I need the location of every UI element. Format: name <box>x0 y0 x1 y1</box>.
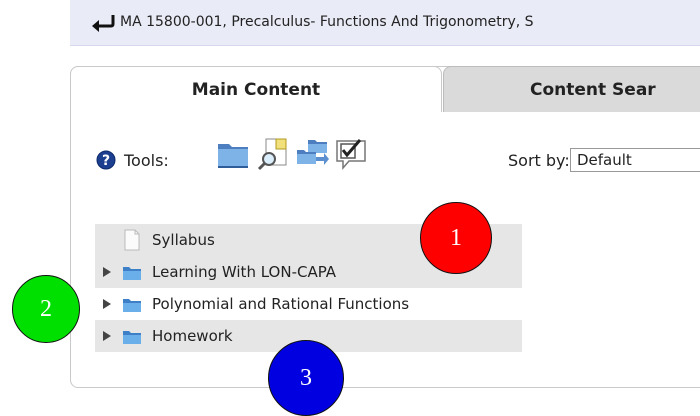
tab-content-search[interactable]: Content Sear <box>443 66 700 112</box>
document-search-icon[interactable] <box>256 136 292 172</box>
list-item-label[interactable]: Polynomial and Rational Functions <box>152 288 409 320</box>
expand-arrow-icon[interactable] <box>103 299 111 309</box>
breadcrumb-text[interactable]: MA 15800-001, Precalculus- Functions And… <box>120 14 534 30</box>
marker-3: 3 <box>268 340 344 416</box>
return-arrow-icon[interactable] <box>90 13 116 33</box>
folders-icon[interactable] <box>294 136 330 172</box>
folder-icon[interactable] <box>215 136 251 172</box>
expand-arrow-icon[interactable] <box>103 267 111 277</box>
expand-arrow-icon[interactable] <box>103 331 111 341</box>
list-item-label[interactable]: Homework <box>152 320 233 352</box>
breadcrumb-bar: MA 15800-001, Precalculus- Functions And… <box>70 0 700 46</box>
list-item-label[interactable]: Syllabus <box>152 224 215 256</box>
marker-2: 2 <box>12 275 80 343</box>
checkbox-icon[interactable] <box>333 136 369 172</box>
marker-1: 1 <box>420 202 492 274</box>
help-icon[interactable]: ? <box>96 150 116 170</box>
sort-label: Sort by: <box>508 151 570 170</box>
document-icon <box>124 229 140 251</box>
folder-icon <box>123 299 141 312</box>
tab-main-content[interactable]: Main Content <box>70 66 442 112</box>
svg-text:?: ? <box>102 153 110 169</box>
sort-select[interactable]: Default <box>570 148 700 172</box>
tools-label: Tools: <box>124 151 169 170</box>
list-item-polynomial-and-rational-functions[interactable]: Polynomial and Rational Functions <box>95 288 522 320</box>
folder-icon <box>123 267 141 280</box>
list-item-label[interactable]: Learning With LON-CAPA <box>152 256 336 288</box>
folder-icon <box>123 331 141 344</box>
